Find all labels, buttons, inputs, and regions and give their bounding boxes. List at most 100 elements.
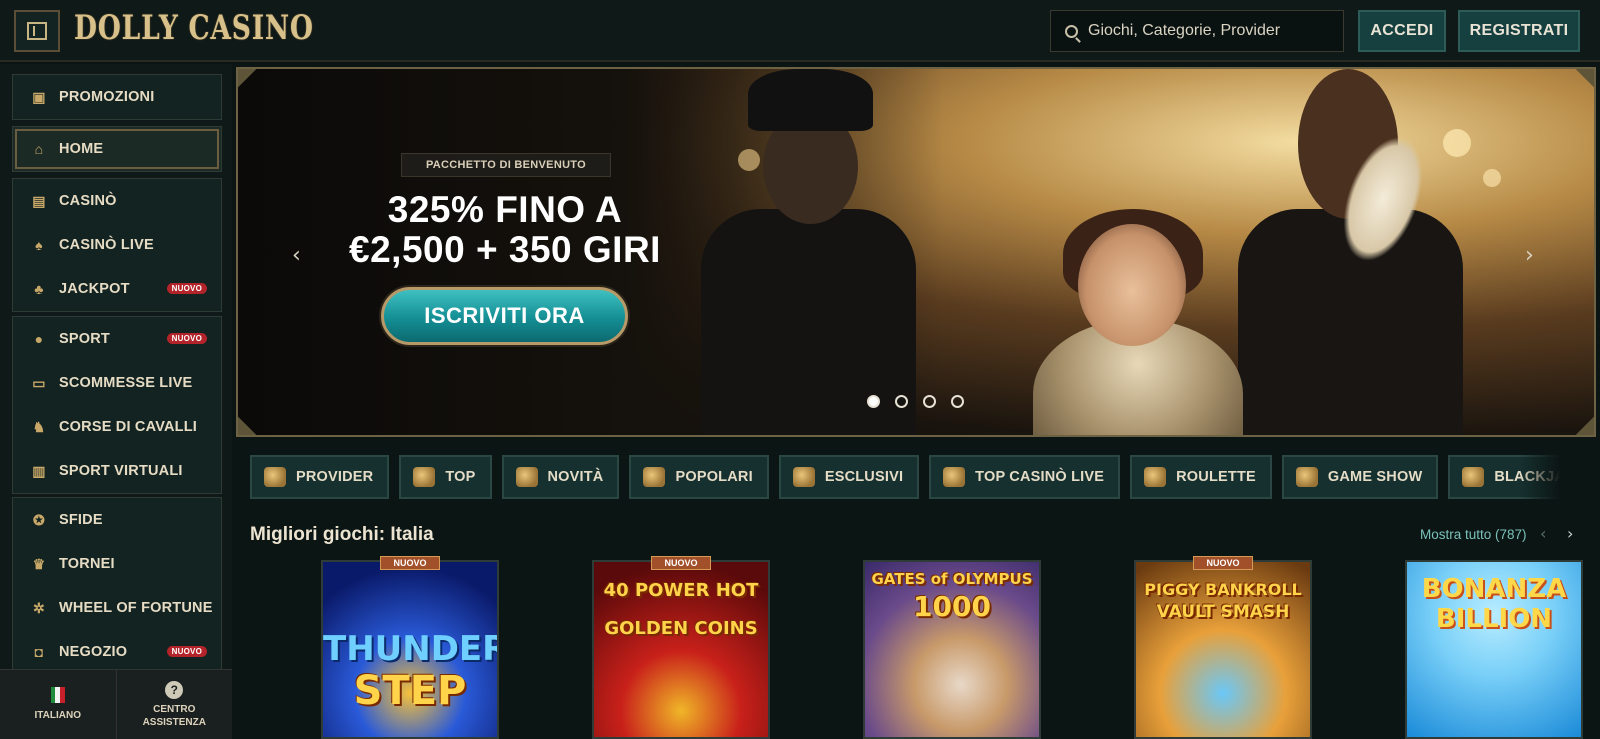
italy-flag-icon <box>50 687 65 703</box>
sidebar-item-sport-virtuali[interactable]: ▥ SPORT VIRTUALI <box>13 449 221 493</box>
logo[interactable]: DOLLY CASINO <box>74 8 314 48</box>
game-card-bonanza-billion[interactable]: BONANZA BILLION <box>1405 560 1583 739</box>
category-top[interactable]: TOP <box>399 455 492 499</box>
category-roulette[interactable]: ROULETTE <box>1130 455 1272 499</box>
sidebar-item-scommesse-live[interactable]: ▭ SCOMMESSE LIVE <box>13 361 221 405</box>
sidebar-toggle-button[interactable] <box>14 10 60 52</box>
game-card-gates-of-olympus[interactable]: GATES of OLYMPUS 1000 <box>863 560 1041 739</box>
sidebar-item-sport[interactable]: ● SPORT NUOVO <box>13 317 221 361</box>
game-title-line: BONANZA <box>1421 574 1567 604</box>
category-esclusivi[interactable]: ESCLUSIVI <box>778 455 920 499</box>
category-bar-fade <box>1520 455 1570 499</box>
banner-pagination <box>867 395 964 408</box>
game-title-line: BILLION <box>1435 604 1553 634</box>
sidebar-group-sport: ● SPORT NUOVO ▭ SCOMMESSE LIVE ♞ CORSE DI CA… <box>12 316 222 494</box>
banner-next-arrow-icon[interactable]: › <box>1525 243 1534 268</box>
search-icon <box>1065 24 1078 38</box>
sidebar-item-casino[interactable]: ▤ CASINÒ <box>13 179 221 223</box>
slot-icon: ▤ <box>32 193 46 209</box>
microphone-icon <box>1295 467 1318 487</box>
category-label: PROVIDER <box>296 469 374 485</box>
sidebar-item-jackpot[interactable]: ♣ JACKPOT NUOVO <box>13 267 221 311</box>
sidebar-item-label: JACKPOT <box>59 281 130 297</box>
category-label: NOVITÀ <box>547 469 604 485</box>
home-icon: ⌂ <box>34 141 44 157</box>
banner-headline: 325% FINO A €2,500 + 350 GIRI <box>320 190 690 270</box>
sidebar-item-sfide[interactable]: ✪ SFIDE <box>13 498 221 542</box>
game-title-line: 1000 <box>913 590 991 623</box>
sidebar-item-home[interactable]: ⌂ HOME <box>13 127 221 171</box>
sidebar-group-home: ⌂ HOME <box>12 126 222 172</box>
category-provider[interactable]: PROVIDER <box>250 455 390 499</box>
sidebar-item-casino-live[interactable]: ♠ CASINÒ LIVE <box>13 223 221 267</box>
medal-icon: ✪ <box>33 512 45 528</box>
search-input[interactable] <box>1088 22 1328 40</box>
cards-icon <box>1462 467 1485 487</box>
figure-hat <box>748 69 873 131</box>
game-title-line: GATES of OLYMPUS <box>871 570 1033 588</box>
sidebar: ▣ PROMOZIONI ⌂ HOME ▤ CASINÒ ♠ CASINÒ LIVE ♣… <box>0 64 232 739</box>
star-icon <box>943 467 966 487</box>
banner-prev-arrow-icon[interactable]: ‹ <box>292 243 301 268</box>
signup-cta-button[interactable]: ISCRIVITI ORA <box>381 287 628 345</box>
sidebar-item-corse-di-cavalli[interactable]: ♞ CORSE DI CAVALLI <box>13 405 221 449</box>
language-selector[interactable]: ITALIANO <box>0 670 116 739</box>
category-label: ROULETTE <box>1176 469 1256 485</box>
register-button[interactable]: REGISTRATI <box>1458 10 1580 52</box>
banner-headline-line1: 325% FINO A <box>387 189 623 230</box>
trophy-icon <box>413 467 436 487</box>
login-button[interactable]: ACCEDI <box>1358 10 1446 52</box>
bokeh-light <box>1483 169 1501 187</box>
diamond-icon <box>792 467 815 487</box>
top-header: DOLLY CASINO ACCEDI REGISTRATI <box>0 0 1600 62</box>
game-card-40-power-hot[interactable]: 40 POWER HOT GOLDEN COINS <box>592 560 770 739</box>
clover-icon: ♣ <box>34 281 44 297</box>
gift-icon: ▣ <box>32 89 46 105</box>
sidebar-item-tornei[interactable]: ♛ TORNEI <box>13 542 221 586</box>
games-prev-arrow-icon[interactable]: ‹ <box>1540 524 1546 543</box>
game-card-piggy-bankroll[interactable]: PIGGY BANKROLL VAULT SMASH <box>1134 560 1312 739</box>
sidebar-item-label: SPORT VIRTUALI <box>59 463 183 479</box>
help-center-button[interactable]: ? CENTRO ASSISTENZA <box>115 670 233 739</box>
game-card-thunder-step[interactable]: THUNDER STEP <box>321 560 499 739</box>
game-title-line: GOLDEN COINS <box>604 618 758 639</box>
sidebar-item-wheel-of-fortune[interactable]: ✲ WHEEL OF FORTUNE <box>13 586 221 630</box>
ticket-icon: ▭ <box>32 375 46 391</box>
sidebar-item-promozioni[interactable]: ▣ PROMOZIONI <box>13 75 221 119</box>
pagination-dot[interactable] <box>951 395 964 408</box>
category-popolari[interactable]: POPOLARI <box>629 455 769 499</box>
search-box[interactable] <box>1050 10 1344 52</box>
flame-icon <box>643 467 666 487</box>
sidebar-item-negozio[interactable]: ◘ NEGOZIO NUOVO <box>13 630 221 672</box>
games-next-arrow-icon[interactable]: › <box>1567 524 1573 543</box>
sidebar-group-promo: ▣ PROMOZIONI <box>12 74 222 120</box>
category-top-casino-live[interactable]: TOP CASINÒ LIVE <box>929 455 1121 499</box>
sidebar-item-label: WHEEL OF FORTUNE <box>59 600 213 616</box>
category-label: GAME SHOW <box>1327 469 1423 485</box>
tv-icon: ▥ <box>32 463 46 479</box>
category-novita[interactable]: NOVITÀ <box>501 455 620 499</box>
wheel-icon: ✲ <box>33 600 45 616</box>
sidebar-item-label: SCOMMESSE LIVE <box>59 375 193 391</box>
help-label-line1: CENTRO <box>153 703 196 715</box>
category-game-show[interactable]: GAME SHOW <box>1281 455 1439 499</box>
pagination-dot[interactable] <box>895 395 908 408</box>
game-title-line: VAULT SMASH <box>1156 602 1290 622</box>
banner-headline-line2: €2,500 + 350 GIRI <box>349 229 661 270</box>
frame-corner <box>238 69 257 88</box>
frame-corner <box>1575 416 1594 435</box>
card-icon: ♠ <box>35 237 43 253</box>
game-title-line: STEP <box>353 668 467 714</box>
category-label: POPOLARI <box>675 469 753 485</box>
pagination-dot[interactable] <box>923 395 936 408</box>
category-label: ESCLUSIVI <box>824 469 904 485</box>
menu-icon <box>27 22 47 40</box>
figure-lady-head <box>1078 224 1186 346</box>
see-all-link[interactable]: Mostra tutto (787) <box>1420 527 1527 542</box>
pagination-dot[interactable] <box>867 395 880 408</box>
category-label: TOP CASINÒ LIVE <box>975 469 1105 485</box>
lightning-icon <box>515 467 538 487</box>
new-badge: NUOVO <box>166 333 207 344</box>
sidebar-item-label: CASINÒ <box>59 193 117 209</box>
new-badge: NUOVO <box>651 556 711 570</box>
